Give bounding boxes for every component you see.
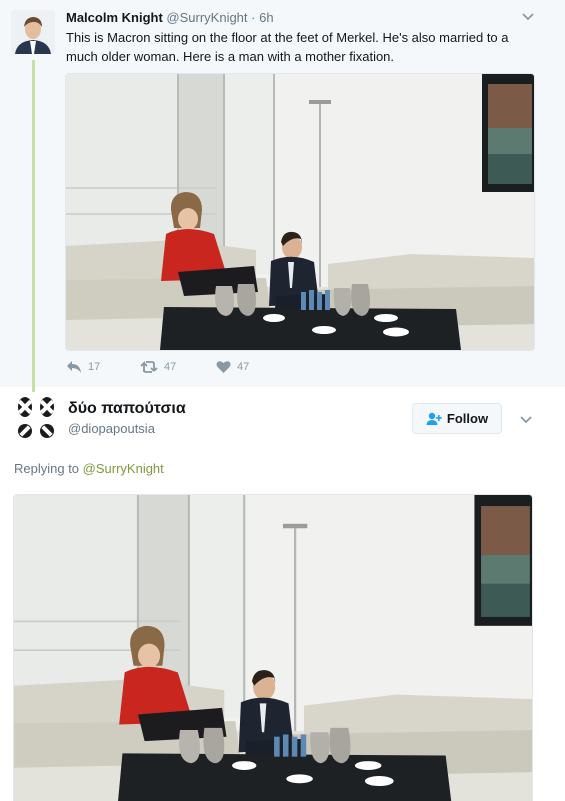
reply-icon: [67, 361, 81, 373]
tweet-timestamp[interactable]: 6h: [259, 10, 273, 25]
author-name[interactable]: Malcolm Knight: [66, 10, 163, 25]
follow-label: Follow: [446, 411, 489, 426]
tweet-text: This is Macron sitting on the floor at t…: [66, 30, 509, 64]
separator-dot: ·: [251, 10, 256, 25]
follow-button[interactable]: Follow: [412, 403, 502, 434]
reply-count: 17: [88, 361, 101, 373]
heart-icon: [216, 361, 231, 373]
thread-connector-line: [32, 60, 35, 392]
like-count: 47: [237, 361, 250, 373]
add-user-icon: [426, 412, 442, 425]
tweet-photo[interactable]: [65, 73, 535, 351]
reply-author-handle[interactable]: @diopapoutsia: [68, 421, 155, 436]
author-handle[interactable]: @SurryKnight: [166, 10, 247, 25]
parent-tweet[interactable]: Malcolm Knight @SurryKnight · 6h This is…: [0, 0, 565, 392]
reply-author-name[interactable]: δύο παπούτσια: [68, 400, 186, 418]
like-button[interactable]: 47: [216, 360, 249, 374]
replying-to-link[interactable]: @SurryKnight: [83, 461, 164, 476]
footprints-avatar[interactable]: [14, 396, 58, 440]
retweet-count: 47: [164, 361, 177, 373]
retweet-icon: [140, 360, 158, 373]
reply-button[interactable]: 17: [66, 360, 100, 374]
user-avatar-photo[interactable]: [11, 10, 55, 54]
tweet-header: Malcolm Knight @SurryKnight · 6h: [66, 10, 274, 25]
chevron-down-icon[interactable]: [521, 9, 535, 23]
replying-to-line: Replying to @SurryKnight: [14, 461, 164, 476]
chevron-down-icon[interactable]: [519, 412, 533, 426]
replying-prefix: Replying to: [14, 461, 83, 476]
reply-photo[interactable]: [13, 494, 533, 801]
retweet-button[interactable]: 47: [140, 360, 176, 374]
